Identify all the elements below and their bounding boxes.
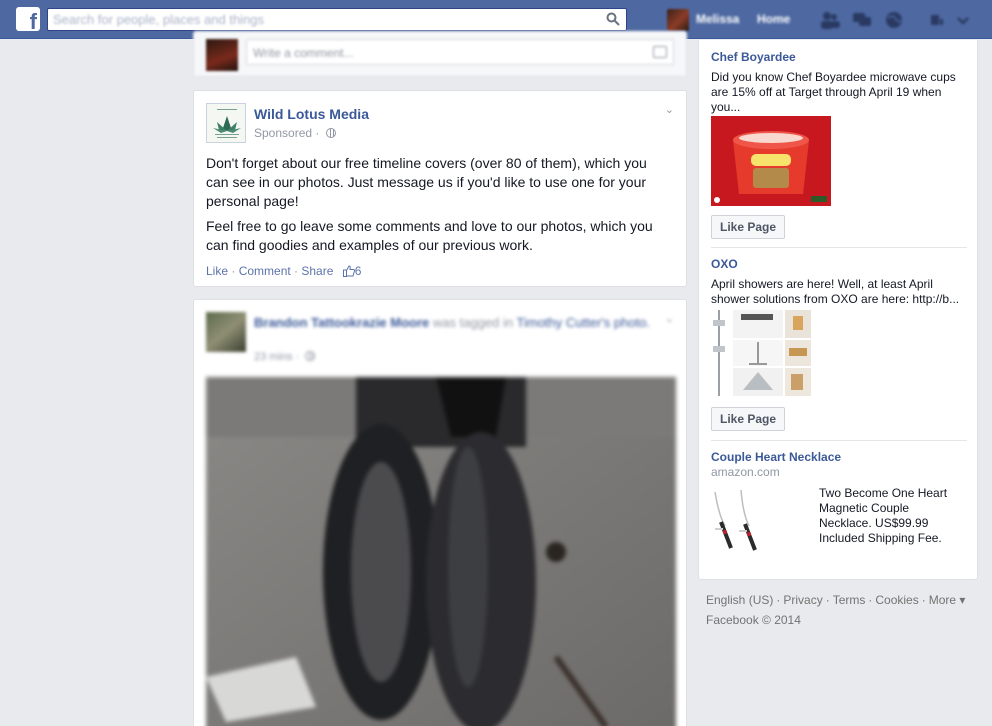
post-options-chevron-icon[interactable]: ⌄ [665, 312, 674, 325]
privacy-shortcuts-icon[interactable] [928, 11, 948, 29]
home-link[interactable]: Home [757, 12, 790, 26]
like-page-button[interactable]: Like Page [711, 215, 786, 239]
camera-icon[interactable] [653, 46, 667, 58]
sponsored-ads-column: Chef Boyardee Did you know Chef Boyardee… [698, 40, 978, 580]
like-count-value: 6 [354, 264, 362, 278]
ad-oxo: OXO April showers are here! Well, at lea… [711, 257, 967, 431]
more-dropdown-icon[interactable]: ▾ [959, 593, 965, 607]
motorcycle-tires-image [206, 377, 676, 726]
previous-post-comment-row: Write a comment... [193, 31, 687, 77]
post-paragraph: Feel free to go leave some comments and … [206, 218, 653, 253]
tagger-name-link[interactable]: Timothy Cutter's [517, 315, 611, 330]
account-settings-chevron-icon[interactable] [956, 11, 970, 29]
post-body: Don't forget about our free timeline cov… [206, 154, 668, 261]
like-link[interactable]: Like [206, 264, 228, 278]
tagged-photo-post: Brandon Tattookrazie Moore was tagged in… [193, 299, 687, 726]
ad-title-link[interactable]: Chef Boyardee [711, 50, 967, 64]
necklace-image[interactable] [711, 486, 783, 556]
post-action-bar: Like · Comment · Share 6 [206, 264, 362, 278]
page-avatar[interactable] [206, 103, 246, 143]
post-time: 23 mins · [254, 351, 316, 363]
public-globe-icon [325, 128, 336, 138]
sponsored-post: Wild Lotus Media Sponsored · ⌄ Don't for… [193, 90, 687, 287]
ad-text[interactable]: Did you know Chef Boyardee microwave cup… [711, 70, 967, 115]
post-paragraph: Don't forget about our free timeline cov… [206, 155, 647, 209]
ad-domain[interactable]: amazon.com [711, 465, 967, 479]
user-avatar[interactable] [667, 9, 689, 31]
footer-link-terms[interactable]: Terms [833, 593, 866, 607]
thumbs-up-icon [342, 265, 355, 277]
post-header: Brandon Tattookrazie Moore was tagged in… [254, 313, 654, 332]
sponsored-label[interactable]: Sponsored [254, 126, 312, 140]
footer-link-cookies[interactable]: Cookies [875, 593, 918, 607]
footer-link-more[interactable]: More [929, 593, 956, 607]
search-icon[interactable] [606, 12, 620, 26]
facebook-logo-icon[interactable]: f [16, 7, 40, 31]
share-link[interactable]: Share [301, 264, 333, 278]
page-name-link[interactable]: Wild Lotus Media [254, 106, 369, 122]
search-box[interactable] [47, 8, 627, 31]
tagged-text: was tagged in [432, 315, 514, 330]
ad-text[interactable]: Two Become One Heart Magnetic Couple Nec… [819, 486, 959, 546]
like-count[interactable]: 6 [342, 264, 362, 278]
ad-text[interactable]: April showers are here! Well, at least A… [711, 277, 967, 307]
search-input[interactable] [48, 9, 588, 30]
post-photo[interactable] [206, 377, 676, 726]
write-comment-field[interactable]: Write a comment... [246, 39, 674, 65]
friend-requests-icon[interactable] [820, 11, 840, 29]
comment-link[interactable]: Comment [239, 264, 291, 278]
author-name-link[interactable]: Brandon Tattookrazie Moore [254, 315, 429, 330]
beefaroni-cup-image[interactable] [711, 116, 831, 206]
messages-icon[interactable] [852, 11, 872, 29]
ad-divider [711, 440, 967, 441]
profile-link[interactable]: Melissa [696, 12, 739, 26]
author-avatar[interactable] [206, 312, 246, 352]
audience-icon [305, 351, 316, 361]
copyright: Facebook © 2014 [706, 613, 801, 627]
ad-divider [711, 247, 967, 248]
ad-title-link[interactable]: OXO [711, 257, 967, 271]
post-meta: Sponsored · [254, 126, 336, 140]
ad-title-link[interactable]: Couple Heart Necklace [711, 450, 967, 464]
photo-link[interactable]: photo. [614, 315, 650, 330]
commenter-avatar [206, 39, 238, 71]
post-timestamp[interactable]: 23 mins [254, 351, 293, 363]
footer-link-language[interactable]: English (US) [706, 593, 773, 607]
comment-placeholder: Write a comment... [253, 46, 354, 60]
shower-caddy-image[interactable] [711, 308, 813, 398]
notifications-globe-icon[interactable] [884, 11, 904, 29]
like-page-button[interactable]: Like Page [711, 407, 786, 431]
ad-couple-heart-necklace: Couple Heart Necklace amazon.com Two Bec… [711, 450, 967, 556]
ad-chef-boyardee: Chef Boyardee Did you know Chef Boyardee… [711, 50, 967, 239]
lotus-logo-icon [207, 104, 245, 142]
page-footer: English (US) · Privacy · Terms · Cookies · More … [706, 593, 966, 627]
post-options-chevron-icon[interactable]: ⌄ [665, 103, 674, 116]
footer-link-privacy[interactable]: Privacy [783, 593, 822, 607]
